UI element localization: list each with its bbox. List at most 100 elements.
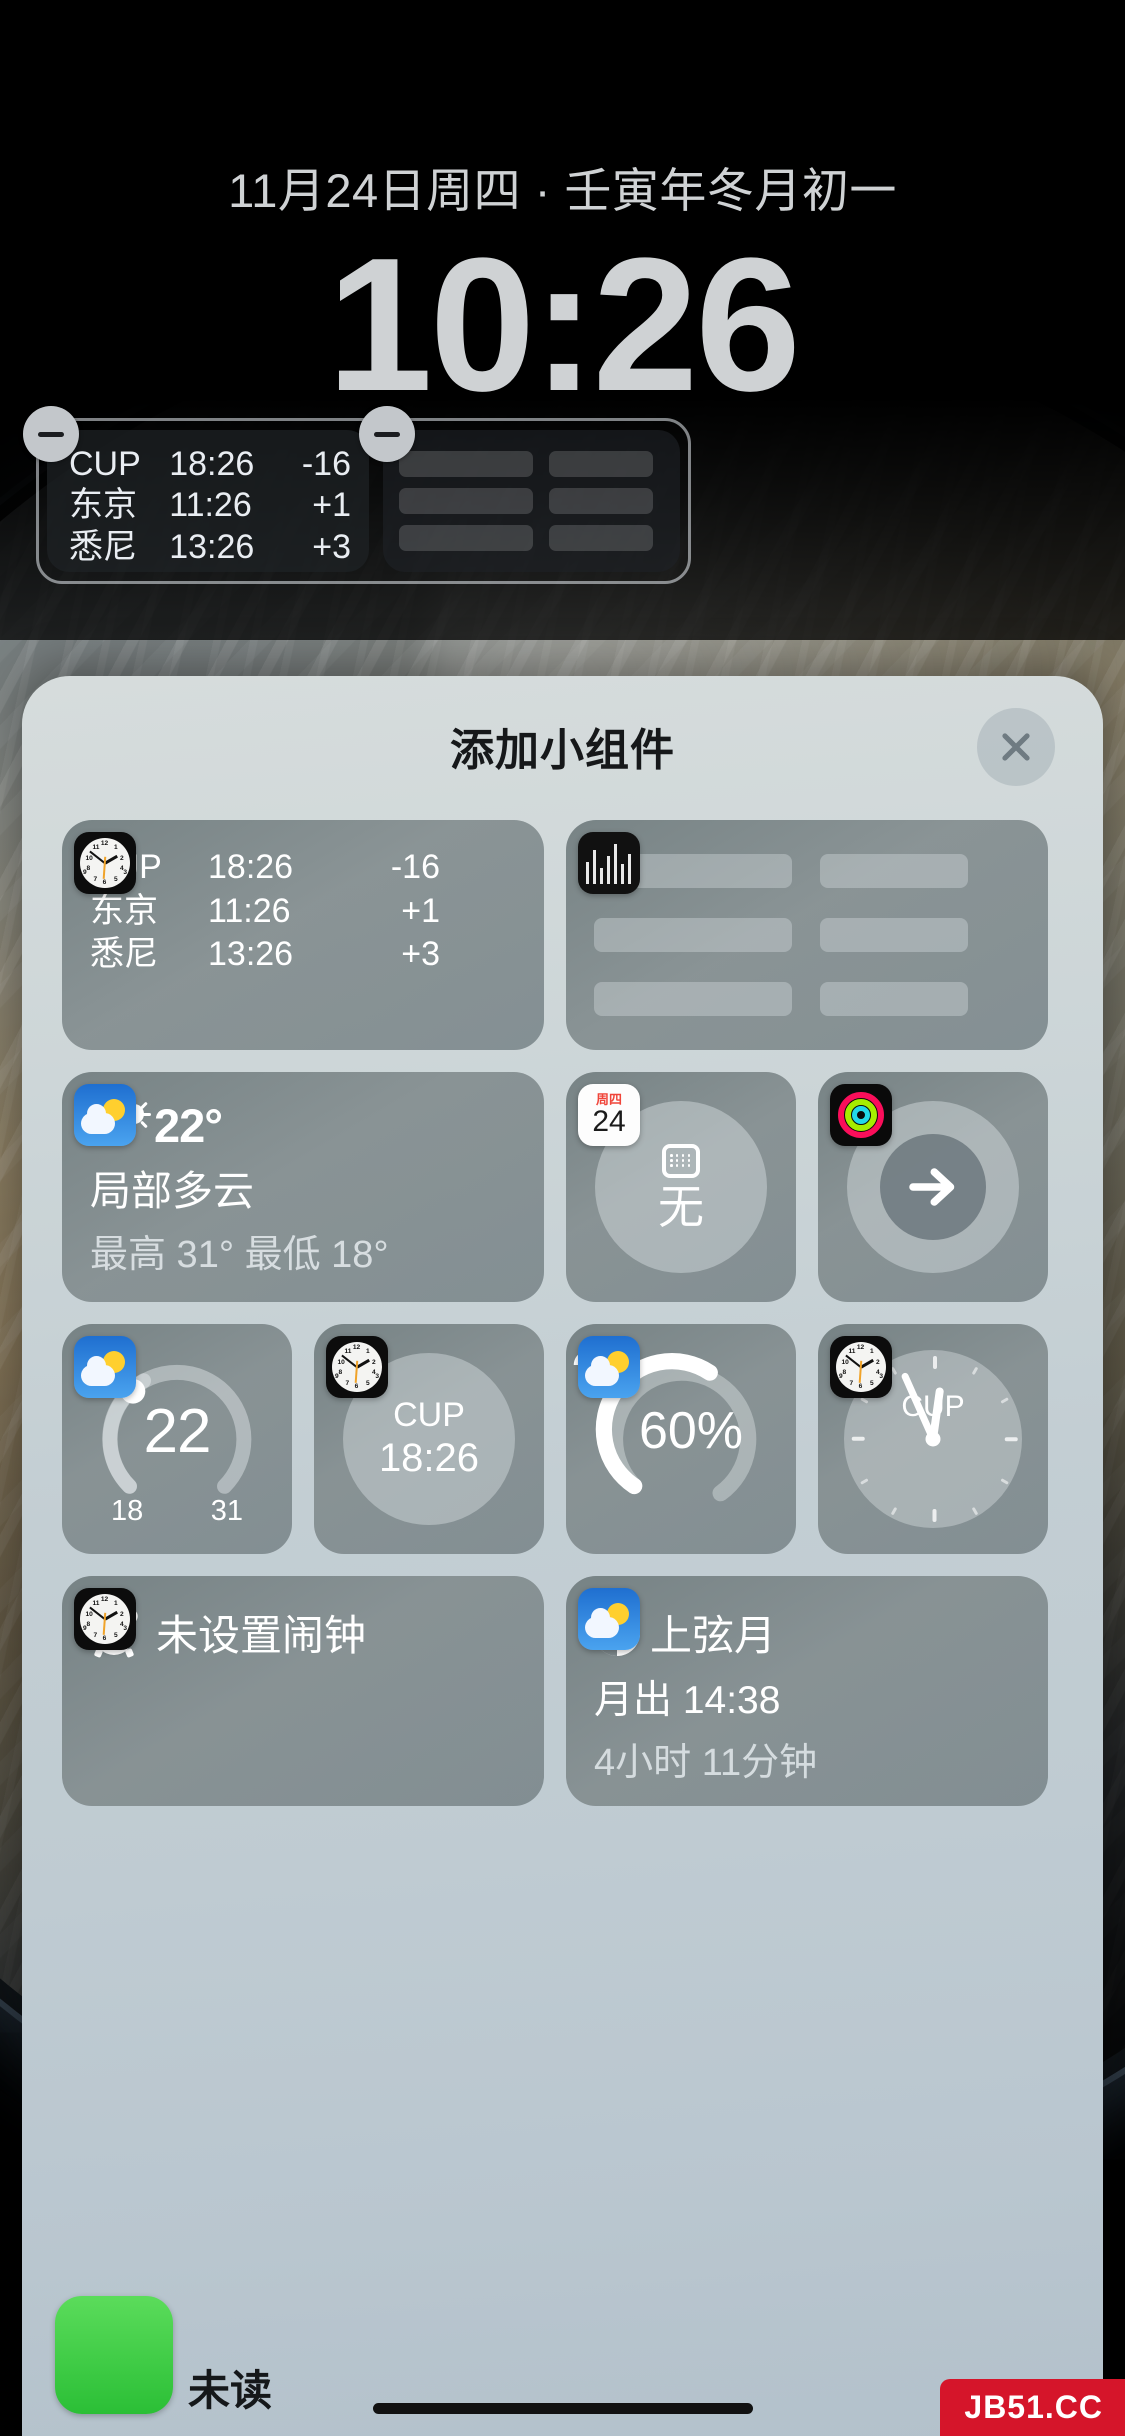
clock-icon: 12 1 2 3 4 5 6 7 8 9 10 11	[74, 832, 136, 894]
widget-option-calendar[interactable]: 无 周四 24	[566, 1072, 796, 1302]
gauge-high: 31	[210, 1495, 243, 1527]
widget-grid: CUP 18:26 -16 东京 11:26 +1 悉尼 13:26 +3	[22, 816, 1103, 1806]
placeholder-bar	[549, 451, 653, 478]
weather-icon	[578, 1336, 640, 1398]
alarm-status-label: 未设置闹钟	[156, 1612, 367, 1659]
moonrise-label: 月出 14:38	[594, 1679, 781, 1722]
city-label: 东京	[69, 486, 137, 525]
placeholder-bar	[549, 524, 653, 551]
placeholder-bar	[820, 918, 968, 952]
placeholder-row	[594, 982, 1020, 1016]
precipitation-value: 60%	[638, 1401, 744, 1460]
widget-row: 22° 局部多云 最高 31° 最低 18° 无 周四 24	[62, 1072, 1063, 1302]
placeholder-row	[399, 487, 664, 514]
placeholder-bar	[399, 451, 533, 478]
city-label: 悉尼	[90, 935, 158, 974]
weather-high-low: 最高 31° 最低 18°	[90, 1234, 389, 1276]
city-offset: -16	[390, 848, 440, 886]
world-clock-row: CUP 18:26 -16	[90, 846, 516, 890]
widget-option-fitness[interactable]	[818, 1072, 1048, 1302]
weather-condition: 局部多云	[90, 1168, 254, 1214]
remove-widget-button-stocks[interactable]	[359, 406, 415, 462]
stocks-placeholder	[594, 846, 1020, 1024]
moon-headline: 上弦月	[594, 1602, 1020, 1663]
widget-option-world-clock[interactable]: CUP 18:26 -16 东京 11:26 +1 悉尼 13:26 +3	[62, 820, 544, 1050]
world-clock-row: 东京 11:26 +1	[90, 890, 516, 934]
widget-option-moon[interactable]: 上弦月 月出 14:38 4小时 11分钟	[566, 1576, 1048, 1806]
lock-screen-clock: 10:26	[327, 219, 801, 431]
city-time: 18:26	[208, 848, 294, 886]
stocks-icon	[578, 832, 640, 894]
gauge-low: 18	[111, 1495, 144, 1527]
clock-hub	[925, 1431, 941, 1447]
clock-face: 12 1 2 3 4 5 6 7 8 9 10 11	[332, 1342, 382, 1392]
placeholder-bar	[399, 487, 533, 514]
clock-icon: 12 1 2 3 4 5 6 7 8 9 10 11	[74, 1588, 136, 1650]
weather-headline: 22°	[90, 1097, 516, 1153]
close-button[interactable]	[977, 708, 1055, 786]
city-time: 13:26	[208, 935, 294, 974]
clock-face: 12 1 2 3 4 5 6 7 8 9 10 11	[80, 838, 130, 888]
widget-row: CUP 18:26 -16 东京 11:26 +1 悉尼 13:26 +3	[62, 820, 1063, 1050]
city-offset: +3	[401, 935, 440, 974]
fitness-icon	[830, 1084, 892, 1146]
placeholder-bar	[549, 487, 653, 514]
minus-icon	[38, 431, 64, 437]
messages-app-label: 未读	[188, 2367, 273, 2414]
placeholder-bar	[594, 982, 792, 1016]
placeholder-bar	[594, 918, 792, 952]
arrow-right-icon	[909, 1168, 955, 1206]
city-offset: +1	[401, 891, 440, 930]
placeholder-row	[399, 524, 664, 551]
add-widget-sheet: 添加小组件 CUP 18:26 -16 东京 11:26	[22, 676, 1103, 2436]
clock-icon: 12 1 2 3 4 5 6 7 8 9 10 11	[326, 1336, 388, 1398]
lock-world-clock-row: CUP 18:26 -16	[69, 444, 351, 485]
close-icon	[1002, 733, 1030, 761]
placeholder-bar	[399, 524, 533, 551]
calendar-icon: 周四 24	[578, 1084, 640, 1146]
city-offset: +1	[312, 486, 351, 525]
city-time: 13:26	[169, 527, 255, 566]
gauge-current-temp: 22	[143, 1396, 212, 1466]
moon-phase-label: 上弦月	[650, 1612, 777, 1659]
lock-screen-widget-tray[interactable]: CUP 18:26 -16 东京 11:26 +1 悉尼 13:26 +3	[23, 406, 691, 584]
city-offset: -16	[301, 445, 351, 483]
widget-option-cup-digital-clock[interactable]: CUP 18:26 12 1 2 3 4 5 6 7 8 9 10 11	[314, 1324, 544, 1554]
city-label: CUP	[69, 445, 141, 483]
remove-widget-button-world-clock[interactable]	[23, 406, 79, 462]
placeholder-row	[594, 918, 1020, 952]
cup-time-value: 18:26	[378, 1435, 480, 1480]
widget-option-precipitation[interactable]: 60%	[566, 1324, 796, 1554]
placeholder-row	[399, 451, 664, 478]
widget-option-stocks[interactable]	[566, 820, 1048, 1050]
weather-icon	[578, 1588, 640, 1650]
alarm-headline: 未设置闹钟	[87, 1602, 516, 1663]
watermark: JB51.CC	[940, 2379, 1125, 2436]
city-label: 悉尼	[69, 527, 137, 566]
calendar-grid-icon	[662, 1144, 700, 1178]
weather-temperature: 22°	[154, 1099, 223, 1152]
widget-row: 22 18 31 CUP 18:26 12 1 2 3 4 5 6 7 8 9 …	[62, 1324, 1063, 1554]
city-label: 东京	[90, 891, 158, 930]
widget-row: 未设置闹钟 12 1 2 3 4 5 6 7 8 9 10 11 上弦月 月出 …	[62, 1576, 1063, 1806]
messages-app-icon[interactable]	[55, 2296, 173, 2414]
gauge-range: 18 31	[89, 1495, 265, 1528]
lock-widget-world-clock[interactable]: CUP 18:26 -16 东京 11:26 +1 悉尼 13:26 +3	[23, 406, 369, 572]
world-clock-row: 悉尼 13:26 +3	[90, 933, 516, 977]
fitness-ring-inner	[880, 1134, 986, 1240]
bottom-strip: 未读 JB51.CC	[0, 2288, 1125, 2436]
home-indicator[interactable]	[372, 2403, 753, 2414]
placeholder-row	[594, 854, 1020, 888]
calendar-empty-label: 无	[658, 1181, 704, 1233]
widget-option-temperature-gauge[interactable]: 22 18 31	[62, 1324, 292, 1554]
cup-city-label: CUP	[393, 1396, 465, 1435]
widget-option-cup-analog-clock[interactable]: CUP 12 1 2 3 4 5	[818, 1324, 1048, 1554]
lock-screen-date: 11月24日周四 · 壬寅年冬月初一	[228, 164, 897, 217]
widget-option-alarm[interactable]: 未设置闹钟 12 1 2 3 4 5 6 7 8 9 10 11	[62, 1576, 544, 1806]
city-time: 11:26	[208, 891, 291, 930]
clock-face: 12 1 2 3 4 5 6 7 8 9 10 11	[80, 1594, 130, 1644]
widget-option-weather[interactable]: 22° 局部多云 最高 31° 最低 18°	[62, 1072, 544, 1302]
lock-widget-stocks-placeholder[interactable]	[359, 406, 680, 572]
city-time: 11:26	[169, 486, 252, 525]
city-time: 18:26	[169, 445, 255, 483]
